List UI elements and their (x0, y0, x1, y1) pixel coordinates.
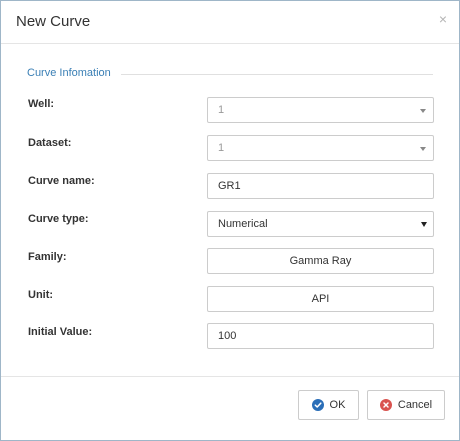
cancel-label: Cancel (397, 399, 433, 411)
initial-value-value: 100 (218, 330, 237, 342)
unit-label: Unit: (28, 289, 54, 301)
unit-value: API (311, 293, 330, 305)
ok-button[interactable]: OK (298, 390, 359, 420)
family-label: Family: (28, 251, 67, 263)
caret-down-icon (421, 222, 427, 227)
dataset-value: 1 (218, 142, 225, 154)
close-icon[interactable]: × (439, 12, 447, 26)
initial-value-input[interactable]: 100 (207, 323, 434, 349)
curve-type-value: Numerical (218, 218, 268, 230)
dataset-label: Dataset: (28, 137, 72, 149)
curve-type-label: Curve type: (28, 213, 89, 225)
well-label: Well: (28, 98, 55, 110)
new-curve-dialog: New Curve × Curve Infomation Well: 1 Dat… (0, 0, 460, 441)
curve-name-label: Curve name: (28, 175, 95, 187)
section-legend: Curve Infomation (27, 67, 111, 79)
footer-divider (1, 376, 459, 377)
curve-name-input[interactable]: GR1 (207, 173, 434, 199)
curve-name-value: GR1 (218, 180, 241, 192)
dataset-select[interactable]: 1 (207, 135, 434, 161)
family-value: Gamma Ray (289, 255, 352, 267)
chevron-down-icon (420, 147, 426, 151)
unit-button[interactable]: API (207, 286, 434, 312)
ok-label: OK (329, 399, 346, 411)
well-select[interactable]: 1 (207, 97, 434, 123)
family-button[interactable]: Gamma Ray (207, 248, 434, 274)
cancel-button[interactable]: Cancel (367, 390, 445, 420)
section-divider (121, 74, 433, 75)
times-circle-icon (379, 399, 392, 411)
initial-value-label: Initial Value: (28, 326, 93, 338)
dialog-title: New Curve (16, 13, 91, 30)
check-circle-icon (311, 399, 324, 411)
chevron-down-icon (420, 109, 426, 113)
dialog-header: New Curve × (1, 1, 459, 44)
curve-type-select[interactable]: Numerical (207, 211, 434, 237)
well-value: 1 (218, 104, 225, 116)
